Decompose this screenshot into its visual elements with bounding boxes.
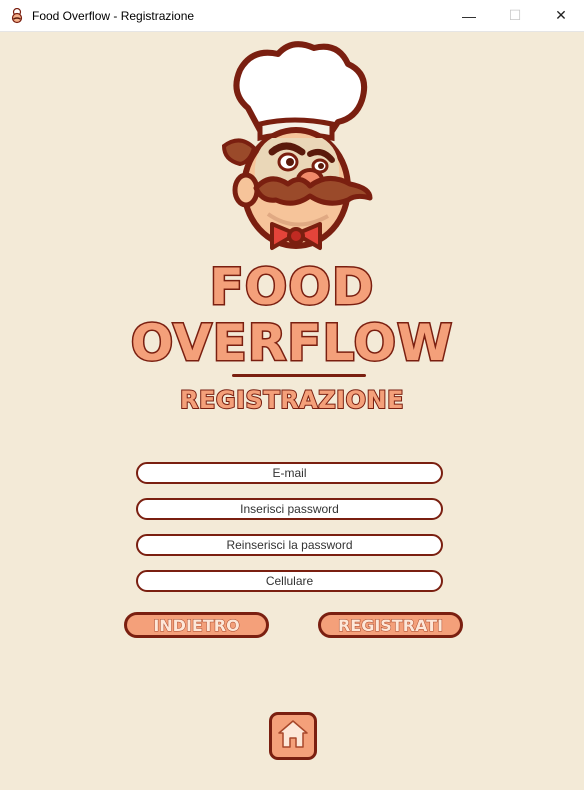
maximize-button[interactable]: ☐ [492,0,538,31]
password-field[interactable] [136,498,443,520]
page-subtitle: REGISTRAZIONE [179,385,404,415]
app-chef-icon [9,7,25,24]
back-button[interactable]: INDIETRO [124,612,269,638]
close-button[interactable]: ✕ [538,0,584,31]
register-button[interactable]: REGISTRATI [318,612,463,638]
logo-title-food: FOOD [208,257,375,318]
phone-field[interactable] [136,570,443,592]
home-icon [277,719,309,754]
logo-title-overflow: OVERFLOW [129,313,454,374]
password-confirm-field[interactable] [136,534,443,556]
home-button[interactable] [269,712,317,760]
minimize-button[interactable]: — [446,0,492,31]
window-titlebar: Food Overflow - Registrazione — ☐ ✕ [0,0,584,32]
window-title: Food Overflow - Registrazione [32,8,195,23]
logo-divider [232,374,366,377]
chef-mascot-logo [210,38,376,252]
email-field[interactable] [136,462,443,484]
